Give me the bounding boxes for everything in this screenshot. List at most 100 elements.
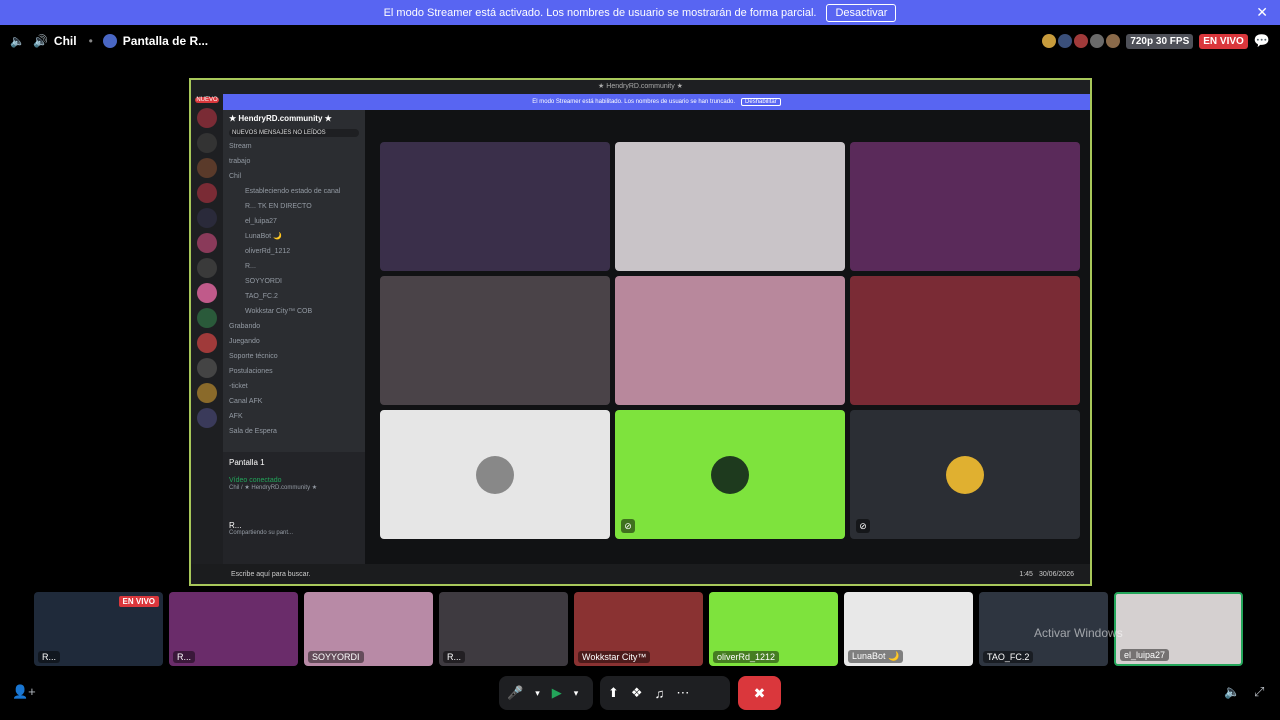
activity-group: ⬆ ❖ ♫ ⋯ [600,676,730,710]
clock: 1:45 [1019,570,1033,578]
avatar [1074,34,1089,48]
participant-name: LunaBot 🌙 [848,650,904,663]
server-icon [197,233,217,253]
channel-item: AFK [229,413,243,420]
server-icon [197,183,217,203]
server-icon [197,133,217,153]
leave-call-button[interactable]: ✖ [738,676,781,710]
avatar [1042,34,1057,48]
participant-thumbnail[interactable]: el_luipa27 [1114,592,1243,666]
video-tile [380,410,610,539]
server-icon [197,358,217,378]
inner-taskbar: Escribe aquí para buscar. 1:45 30/06/202… [191,564,1090,584]
streamer-mode-banner: El modo Streamer está activado. Los nomb… [0,0,1280,25]
voice-panel-title: Pantalla 1 [229,458,265,467]
channel-item: el_luipa27 [245,218,277,225]
live-badge: EN VIVO [1199,33,1248,49]
channel-item: Canal AFK [229,398,263,405]
participant-name: TAO_FC.2 [983,651,1034,663]
video-tile [380,142,610,271]
microphone-icon[interactable]: 🎤 [507,685,523,701]
channel-rows: Stream trabajo Chil Estableciendo estado de… [229,139,359,439]
call-header: 🔈 🔊 Chil • Pantalla de R... 720p 30 FPS E… [0,25,1280,57]
more-icon[interactable]: ⋯ [676,685,689,701]
participant-name: R... [173,651,196,663]
participant-thumbnail[interactable]: SOYYORDI [304,592,433,666]
user-status: Compartiendo su pant... [229,530,294,536]
participant-name: R... [38,651,61,663]
inner-streamer-banner: El modo Streamer está habilitado. Los no… [223,94,1090,110]
video-tile: ⊘ [615,410,845,539]
participant-thumbnail[interactable]: R... EN VIVO [34,592,163,666]
shared-screen[interactable]: ★ HendryRD.community ★ El modo Streamer … [189,78,1092,586]
video-tile [615,276,845,405]
channel-item: oliverRd_1212 [245,248,291,255]
voice-icon: 🔊 [32,34,48,48]
avatar [1058,34,1073,48]
participant-thumbnail[interactable]: Wokkstar City™ [574,592,703,666]
soundboard-icon[interactable]: ♫ [655,686,665,701]
participant-thumbnail[interactable]: R... [169,592,298,666]
chevron-down-icon[interactable]: ▾ [574,688,579,699]
server-icon [197,208,217,228]
media-group: 🎤 ▾ ▶ ▾ [499,676,593,710]
watermark: Activar Windows [1034,626,1123,640]
participant-thumbnail[interactable]: oliverRd_1212 [709,592,838,666]
banner-text: El modo Streamer está activado. Los nomb… [383,6,817,19]
participant-name: R... [443,651,466,663]
add-user-icon[interactable]: 👤+ [12,684,36,700]
speaker-icon[interactable]: 🔈 [10,34,25,48]
channel-item: -ticket [229,383,248,390]
video-tile: ⊘ [850,410,1080,539]
deactivate-button[interactable]: Desactivar [826,3,897,22]
chevron-down-icon[interactable]: ▾ [535,688,540,699]
channel-item: Estableciendo estado de canal [245,188,341,195]
channel-item: Juegando [229,338,260,345]
date: 30/06/2026 [1038,570,1074,578]
channel-item: R... [245,263,256,270]
server-icon [197,283,217,303]
video-tile [615,142,845,271]
channel-item: R... TK EN DIRECTO [245,203,312,210]
fullscreen-icon[interactable]: ⤢ [1254,684,1264,700]
participant-name: Wokkstar City™ [578,651,651,663]
avatar [711,455,749,494]
volume-icon[interactable]: 🔈 [1224,684,1240,700]
server-icon [197,308,217,328]
video-tile [850,142,1080,271]
unread-badge: NUEVOS MENSAJES NO LEÍDOS [229,129,359,137]
chat-icon[interactable]: 💬 [1254,33,1270,49]
user-name: R... [229,521,242,530]
avatar [946,455,984,494]
channel-item: Postulaciones [229,368,273,375]
avatar [102,34,117,48]
activities-icon[interactable]: ❖ [631,685,643,701]
share-screen-icon[interactable]: ⬆ [608,685,619,701]
disable-button: Deshabilitar [741,98,781,106]
channel-item: Soporte técnico [229,353,278,360]
participant-name: SOYYORDI [308,651,364,663]
avatar [476,455,514,494]
server-icon [197,383,217,403]
channel-item: Grabando [229,323,261,330]
participant-thumbnail[interactable]: LunaBot 🌙 [844,592,973,666]
muted-icon: ⊘ [856,519,870,533]
channel-item: Sala de Espera [229,428,277,435]
server-name: ★ HendryRD.community ★ [229,114,332,123]
channel-item: Stream [229,143,252,150]
video-tile [850,276,1080,405]
participant-avatars[interactable] [1042,34,1121,48]
voice-panel: Pantalla 1 Vídeo conectado Chil / ★ Hend… [223,452,365,564]
close-icon[interactable]: ✕ [1256,4,1268,21]
channel-item: trabajo [229,158,251,165]
screen-crumb[interactable]: Pantalla de R... [102,34,208,48]
quality-badge: 720p 30 FPS [1126,33,1194,49]
inner-window-title: ★ HendryRD.community ★ [191,80,1090,94]
participant-name: oliverRd_1212 [713,651,780,663]
inner-video-grid: ⊘ ⊘ [380,142,1080,540]
camera-icon[interactable]: ▶ [552,685,562,701]
server-icon [197,108,217,128]
channel-crumb[interactable]: 🔊 Chil [33,34,77,48]
participant-thumbnail[interactable]: R... [439,592,568,666]
server-icon [197,158,217,178]
